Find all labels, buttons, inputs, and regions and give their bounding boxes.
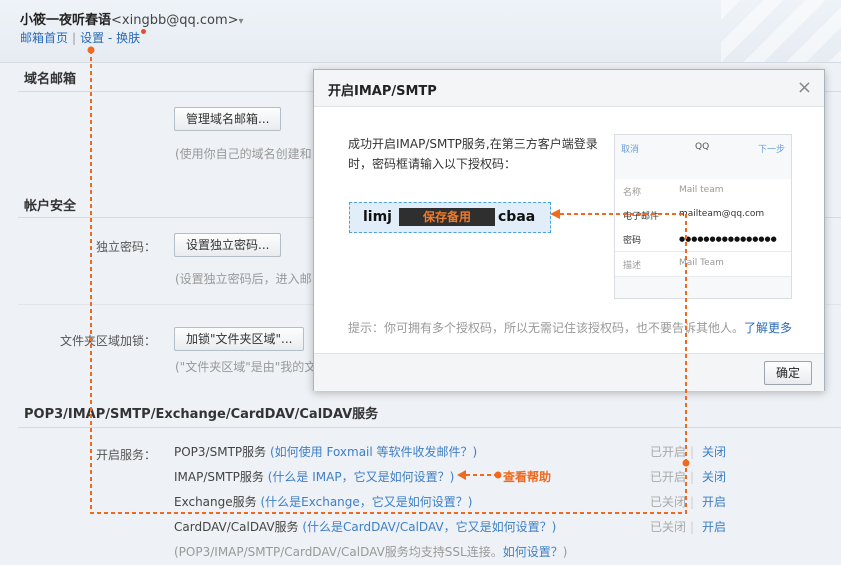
annotation-dot: [494, 471, 502, 479]
arrow-to-auth-code: [560, 213, 687, 463]
annotation-arrows: [87, 46, 690, 514]
arrow-head: [457, 470, 466, 480]
annotation-dot: [87, 46, 95, 54]
arrow-settings-to-services: [90, 50, 687, 514]
annotation-dot: [682, 459, 690, 467]
arrow-head: [550, 209, 560, 219]
